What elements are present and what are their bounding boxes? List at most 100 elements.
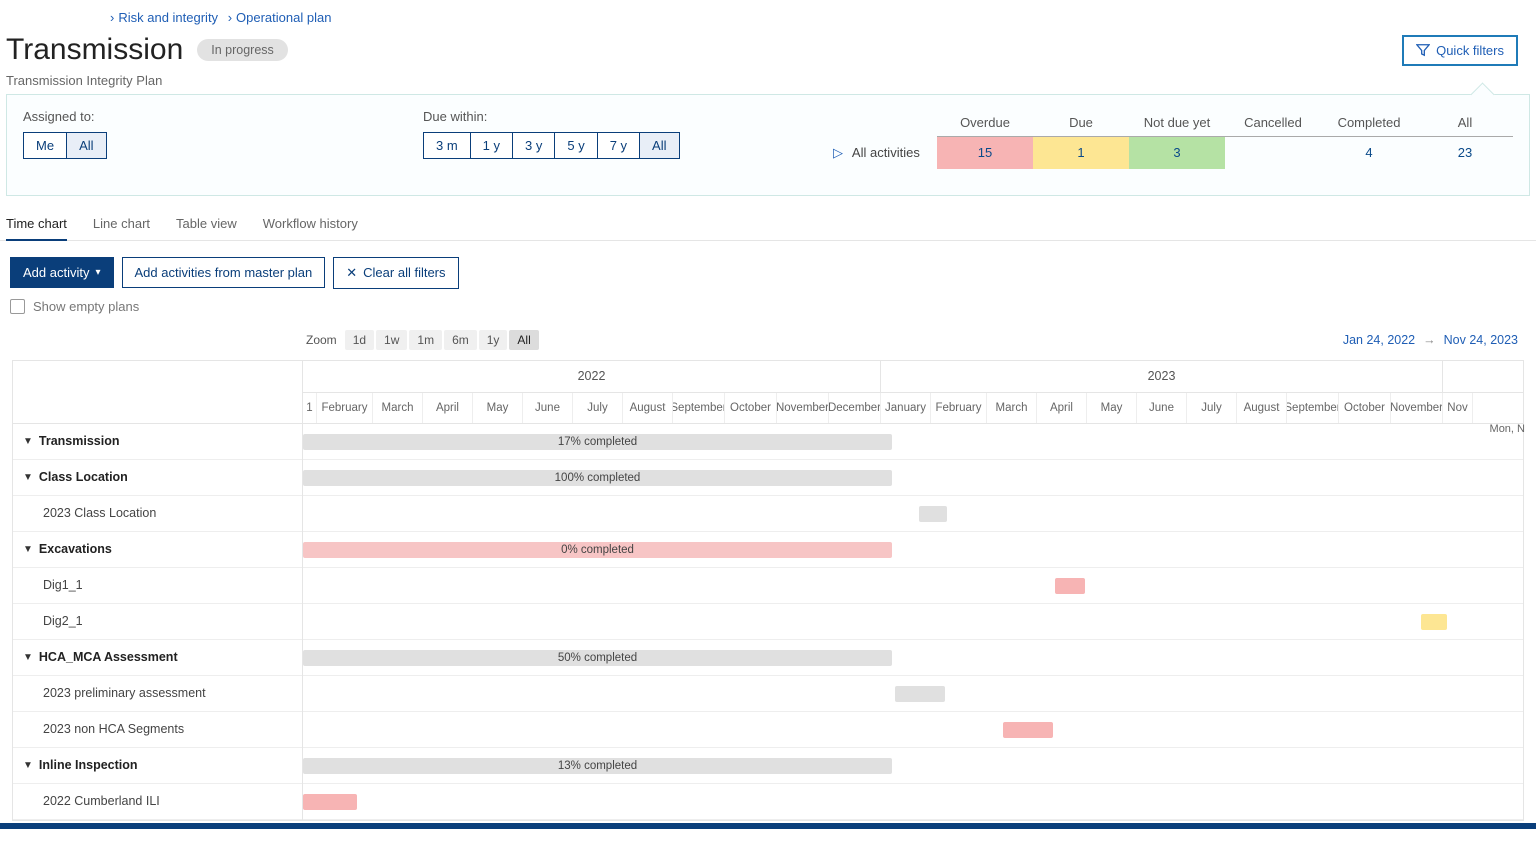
summary-header: Due	[1033, 109, 1129, 137]
gantt-group-label[interactable]: Inline Inspection	[39, 758, 138, 772]
show-empty-plans-label: Show empty plans	[33, 299, 139, 314]
summary-cell[interactable]: 15	[937, 137, 1033, 169]
gantt-group-label[interactable]: Transmission	[39, 434, 120, 448]
add-activity-button[interactable]: Add activity▾	[10, 257, 114, 288]
gantt-group-row[interactable]: ▼ Transmission	[13, 424, 302, 460]
due-within-option[interactable]: All	[640, 132, 679, 159]
arrow-right-icon: →	[1423, 333, 1436, 347]
date-range-from[interactable]: Jan 24, 2022	[1343, 333, 1415, 347]
collapse-icon[interactable]: ▼	[23, 652, 33, 663]
gantt-task-row[interactable]: Dig1_1	[13, 568, 302, 604]
gantt-task-label[interactable]: 2022 Cumberland ILI	[43, 794, 160, 808]
tab-table-view[interactable]: Table view	[176, 210, 237, 240]
summary-row-label[interactable]: ▷ All activities	[827, 137, 937, 169]
timeline-month: June	[523, 393, 573, 423]
gantt-group-row[interactable]: ▼ Inline Inspection	[13, 748, 302, 784]
gantt-bar[interactable]	[919, 506, 947, 522]
tab-line-chart[interactable]: Line chart	[93, 210, 150, 240]
breadcrumb: › Risk and integrity › Operational plan	[0, 0, 1536, 29]
zoom-option[interactable]: 1w	[376, 330, 407, 350]
gantt-group-label[interactable]: Excavations	[39, 542, 112, 556]
gantt-task-label[interactable]: 2023 non HCA Segments	[43, 722, 184, 736]
gantt-task-row[interactable]: 2023 Class Location	[13, 496, 302, 532]
summary-cell[interactable]: 4	[1321, 137, 1417, 169]
due-within-option[interactable]: 3 y	[513, 132, 555, 159]
tab-time-chart[interactable]: Time chart	[6, 210, 67, 241]
collapse-icon[interactable]: ▼	[23, 544, 33, 555]
gantt-timeline-row: 17% completed	[303, 424, 1523, 460]
summary-cell	[1225, 137, 1321, 169]
gantt-task-label[interactable]: 2023 preliminary assessment	[43, 686, 206, 700]
due-within-option[interactable]: 5 y	[555, 132, 597, 159]
gantt-task-label[interactable]: Dig2_1	[43, 614, 83, 628]
timeline-month: February	[931, 393, 987, 423]
summary-cell[interactable]: 3	[1129, 137, 1225, 169]
due-within-option[interactable]: 3 m	[423, 132, 471, 159]
timeline-month: April	[423, 393, 473, 423]
gantt-group-row[interactable]: ▼ HCA_MCA Assessment	[13, 640, 302, 676]
gantt-task-label[interactable]: Dig1_1	[43, 578, 83, 592]
gantt-timeline-row: 50% completed	[303, 640, 1523, 676]
timeline-month: 1	[303, 393, 317, 423]
timeline-year: 2023	[881, 361, 1443, 392]
timeline-month: September	[673, 393, 725, 423]
gantt-group-row[interactable]: ▼ Excavations	[13, 532, 302, 568]
quick-filters-button[interactable]: Quick filters	[1402, 35, 1518, 66]
close-icon: ✕	[346, 265, 357, 281]
summary-cell[interactable]: 23	[1417, 137, 1513, 169]
zoom-option[interactable]: 6m	[444, 330, 477, 350]
zoom-option[interactable]: 1y	[479, 330, 508, 350]
show-empty-plans-checkbox[interactable]	[10, 299, 25, 314]
tab-workflow-history[interactable]: Workflow history	[263, 210, 358, 240]
gantt-bar[interactable]	[895, 686, 945, 702]
zoom-option[interactable]: 1m	[409, 330, 442, 350]
summary-cell[interactable]: 1	[1033, 137, 1129, 169]
zoom-label: Zoom	[306, 333, 337, 347]
timeline-month: August	[1237, 393, 1287, 423]
timeline-month: November	[1391, 393, 1443, 423]
collapse-icon[interactable]: ▼	[23, 472, 33, 483]
summary-header: Not due yet	[1129, 109, 1225, 137]
breadcrumb-item[interactable]: › Risk and integrity	[110, 10, 218, 25]
collapse-icon[interactable]: ▼	[23, 760, 33, 771]
gantt-bar[interactable]: 17% completed	[303, 434, 892, 450]
zoom-option[interactable]: 1d	[345, 330, 374, 350]
assigned-to-option[interactable]: All	[67, 132, 106, 159]
gantt-bar[interactable]	[1055, 578, 1085, 594]
gantt-group-label[interactable]: Class Location	[39, 470, 128, 484]
due-within-option[interactable]: 1 y	[471, 132, 513, 159]
gantt-group-row[interactable]: ▼ Class Location	[13, 460, 302, 496]
timeline-month: February	[317, 393, 373, 423]
timeline-month: November	[777, 393, 829, 423]
add-from-master-button[interactable]: Add activities from master plan	[122, 257, 326, 288]
gantt-bar[interactable]	[303, 794, 357, 810]
zoom-option[interactable]: All	[509, 330, 538, 350]
gantt-bar[interactable]: 50% completed	[303, 650, 892, 666]
summary-header: Overdue	[937, 109, 1033, 137]
gantt-task-row[interactable]: 2023 preliminary assessment	[13, 676, 302, 712]
gantt-bar[interactable]	[1003, 722, 1053, 738]
timeline-month: December	[829, 393, 881, 423]
gantt-task-row[interactable]: 2022 Cumberland ILI	[13, 784, 302, 820]
gantt-bar[interactable]: 0% completed	[303, 542, 892, 558]
breadcrumb-item[interactable]: › Operational plan	[228, 10, 332, 25]
collapse-icon[interactable]: ▼	[23, 436, 33, 447]
gantt-timeline-row	[303, 712, 1523, 748]
timeline-month: July	[573, 393, 623, 423]
gantt-task-row[interactable]: 2023 non HCA Segments	[13, 712, 302, 748]
gantt-bar[interactable]: 100% completed	[303, 470, 892, 486]
gantt-bar[interactable]: 13% completed	[303, 758, 892, 774]
gantt-timeline-row	[303, 496, 1523, 532]
gantt-group-label[interactable]: HCA_MCA Assessment	[39, 650, 178, 664]
date-range-to[interactable]: Nov 24, 2023	[1444, 333, 1518, 347]
gantt-task-row[interactable]: Dig2_1	[13, 604, 302, 640]
due-within-option[interactable]: 7 y	[598, 132, 640, 159]
gantt-bar[interactable]	[1421, 614, 1447, 630]
clear-all-filters-button[interactable]: ✕ Clear all filters	[333, 257, 458, 289]
assigned-to-option[interactable]: Me	[23, 132, 67, 159]
timeline-year: 2022	[303, 361, 881, 392]
gantt-task-label[interactable]: 2023 Class Location	[43, 506, 156, 520]
gantt-timeline-row: 0% completed	[303, 532, 1523, 568]
gantt-timeline-row	[303, 676, 1523, 712]
gantt-timeline-row: 100% completed	[303, 460, 1523, 496]
